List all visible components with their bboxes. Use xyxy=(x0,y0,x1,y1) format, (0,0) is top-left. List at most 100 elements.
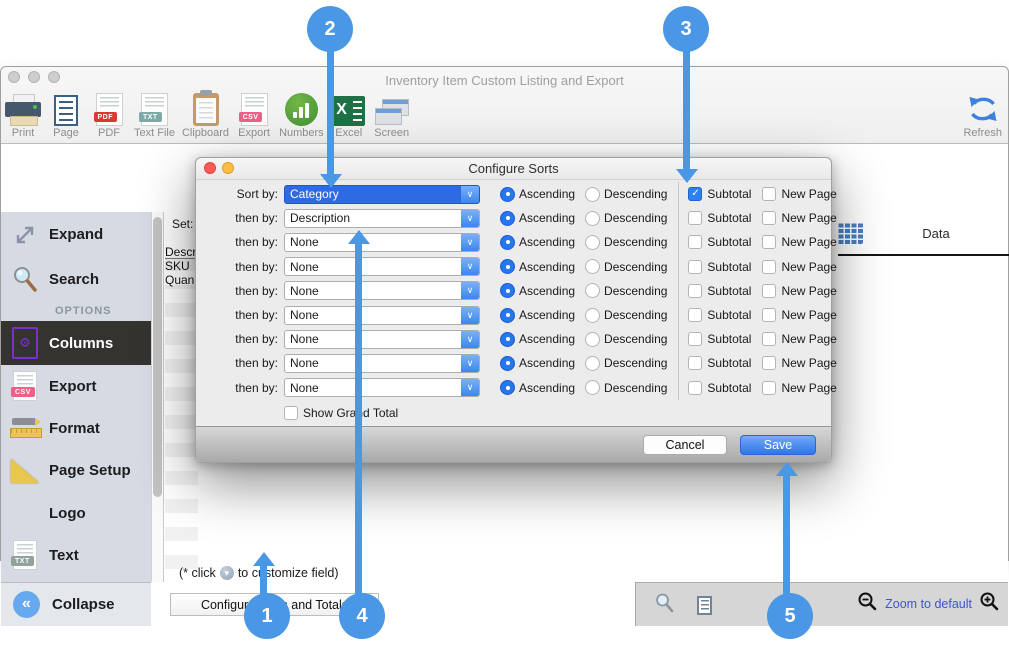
descending-radio[interactable] xyxy=(585,332,600,347)
sort-field-dropdown[interactable]: Description ∨ xyxy=(284,209,480,228)
chevron-down-icon[interactable]: ∨ xyxy=(461,355,479,372)
subtotal-checkbox[interactable] xyxy=(688,211,702,225)
dialog-minimize-button[interactable] xyxy=(222,162,234,174)
descending-radio[interactable] xyxy=(585,259,600,274)
subtotal-checkbox[interactable]: ✓ xyxy=(688,187,702,201)
preview-search-icon[interactable] xyxy=(654,592,675,619)
sidebar-scrollbar-thumb[interactable] xyxy=(153,217,162,497)
descending-radio[interactable] xyxy=(585,235,600,250)
field-list-header[interactable]: Descr xyxy=(165,245,198,259)
numbers-button[interactable]: Numbers xyxy=(279,89,324,139)
ascending-radio[interactable] xyxy=(500,187,515,202)
descending-radio[interactable] xyxy=(585,380,600,395)
field-list-item[interactable]: Quan xyxy=(165,273,198,287)
screen-button[interactable]: Screen xyxy=(374,89,410,139)
chevron-down-icon[interactable]: ∨ xyxy=(461,307,479,324)
sort-field-dropdown[interactable]: None ∨ xyxy=(284,233,480,252)
grand-total-checkbox[interactable] xyxy=(284,406,298,420)
chevron-down-icon[interactable]: ∨ xyxy=(461,331,479,348)
chevron-down-icon[interactable]: ∨ xyxy=(461,282,479,299)
zoom-to-default-link[interactable]: Zoom to default xyxy=(885,597,972,611)
clipboard-button[interactable]: Clipboard xyxy=(182,89,229,139)
zoom-in-icon[interactable] xyxy=(979,591,1000,617)
sidebar-item-search[interactable]: Search xyxy=(1,257,151,301)
descending-radio[interactable] xyxy=(585,211,600,226)
refresh-button[interactable]: Refresh xyxy=(963,89,1002,139)
sort-field-dropdown[interactable]: None ∨ xyxy=(284,306,480,325)
sort-row-label: then by: xyxy=(196,381,278,395)
annotation-arrow-1 xyxy=(253,552,275,566)
descending-radio[interactable] xyxy=(585,356,600,371)
subtotal-checkbox[interactable] xyxy=(688,381,702,395)
ascending-radio[interactable] xyxy=(500,356,515,371)
new-page-checkbox[interactable] xyxy=(762,356,776,370)
ascending-radio[interactable] xyxy=(500,235,515,250)
sidebar-item-expand[interactable]: Expand xyxy=(1,212,151,257)
ascending-radio[interactable] xyxy=(500,332,515,347)
save-button[interactable]: Save xyxy=(740,435,816,455)
sidebar-item-page-setup[interactable]: Page Setup xyxy=(1,449,151,492)
page-button[interactable]: Page xyxy=(48,89,84,139)
new-page-checkbox[interactable] xyxy=(762,187,776,201)
sort-row-label: then by: xyxy=(196,356,278,370)
zoom-out-icon[interactable] xyxy=(857,591,878,617)
sidebar-item-columns[interactable]: ⚙ Columns xyxy=(1,321,151,365)
new-page-checkbox[interactable] xyxy=(762,260,776,274)
text-file-button[interactable]: TXT Text File xyxy=(134,89,175,139)
ascending-radio[interactable] xyxy=(500,308,515,323)
data-table-icon[interactable] xyxy=(837,222,863,244)
ascending-radio[interactable] xyxy=(500,259,515,274)
sort-field-dropdown[interactable]: None ∨ xyxy=(284,257,480,276)
new-page-checkbox[interactable] xyxy=(762,284,776,298)
ascending-radio[interactable] xyxy=(500,380,515,395)
chevron-down-icon[interactable]: ∨ xyxy=(461,186,479,203)
tab-data[interactable]: Data xyxy=(901,226,971,241)
subtotal-checkbox[interactable] xyxy=(688,235,702,249)
new-page-checkbox[interactable] xyxy=(762,381,776,395)
descending-radio[interactable] xyxy=(585,308,600,323)
sort-field-dropdown[interactable]: Category ∨ xyxy=(284,185,480,204)
chevron-down-icon[interactable]: ∨ xyxy=(461,234,479,251)
sort-field-dropdown[interactable]: None ∨ xyxy=(284,378,480,397)
format-ruler-icon xyxy=(1,416,49,440)
sort-field-dropdown[interactable]: None ∨ xyxy=(284,354,480,373)
sort-field-dropdown[interactable]: None ∨ xyxy=(284,330,480,349)
descending-radio[interactable] xyxy=(585,283,600,298)
sort-field-dropdown[interactable]: None ∨ xyxy=(284,281,480,300)
field-list-item[interactable]: SKU xyxy=(165,259,198,273)
chevron-down-icon[interactable]: ∨ xyxy=(461,210,479,227)
chevron-down-icon[interactable]: ∨ xyxy=(461,258,479,275)
subtotal-checkbox[interactable] xyxy=(688,332,702,346)
subtotal-checkbox[interactable] xyxy=(688,260,702,274)
annotation-circle-1: 1 xyxy=(244,593,290,639)
ascending-radio[interactable] xyxy=(500,211,515,226)
subtotal-checkbox[interactable] xyxy=(688,356,702,370)
new-page-checkbox[interactable] xyxy=(762,211,776,225)
subtotal-checkbox[interactable] xyxy=(688,308,702,322)
sidebar-item-format[interactable]: Format xyxy=(1,407,151,449)
excel-button[interactable]: X Excel xyxy=(331,89,367,139)
sort-row-label: then by: xyxy=(196,235,278,249)
sidebar-item-logo[interactable]: Logo xyxy=(1,492,151,534)
preview-page-icon[interactable] xyxy=(697,596,712,615)
sort-row: then by: None ∨ Ascending Descending Sub… xyxy=(196,376,831,400)
print-button[interactable]: Print xyxy=(5,89,41,139)
descending-radio[interactable] xyxy=(585,187,600,202)
sidebar-item-export[interactable]: CSV Export xyxy=(1,365,151,407)
cancel-button[interactable]: Cancel xyxy=(643,435,727,455)
new-page-checkbox[interactable] xyxy=(762,308,776,322)
sidebar-item-text[interactable]: TXT Text xyxy=(1,534,151,576)
export-csv-button[interactable]: CSV Export xyxy=(236,89,272,139)
subtotal-checkbox[interactable] xyxy=(688,284,702,298)
clipboard-icon xyxy=(193,89,219,126)
new-page-checkbox[interactable] xyxy=(762,332,776,346)
sidebar-collapse-button[interactable]: « Collapse xyxy=(1,582,151,626)
annotation-arrow-4 xyxy=(348,230,370,244)
chevron-down-icon[interactable]: ∨ xyxy=(461,379,479,396)
window-title: Inventory Item Custom Listing and Export xyxy=(1,73,1008,88)
pdf-button[interactable]: PDF PDF xyxy=(91,89,127,139)
dialog-titlebar[interactable]: Configure Sorts xyxy=(196,158,831,180)
dialog-close-button[interactable] xyxy=(204,162,216,174)
ascending-radio[interactable] xyxy=(500,283,515,298)
new-page-checkbox[interactable] xyxy=(762,235,776,249)
